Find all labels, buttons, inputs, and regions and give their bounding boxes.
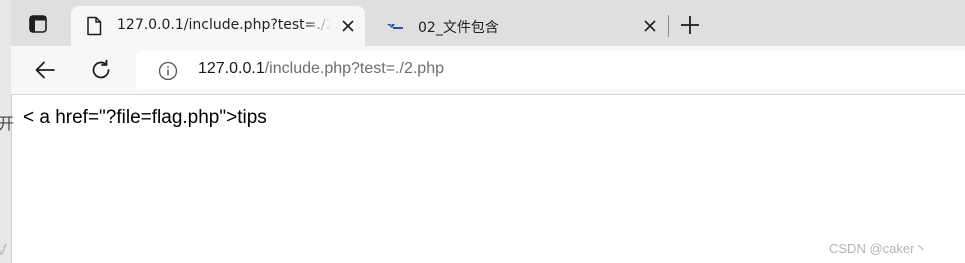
address-bar[interactable]: 127.0.0.1/include.php?test=./2.php xyxy=(136,51,965,89)
tab-title: 127.0.0.1/include.php?test=./2.php xyxy=(117,17,331,33)
site-logo-icon xyxy=(386,16,404,36)
info-icon[interactable] xyxy=(158,61,178,81)
close-icon[interactable] xyxy=(643,19,657,33)
navigation-toolbar: 127.0.0.1/include.php?test=./2.php xyxy=(11,46,965,95)
url-path: /include.php?test=./2.php xyxy=(264,60,444,77)
close-icon[interactable] xyxy=(341,19,355,33)
reload-icon[interactable] xyxy=(89,58,113,82)
url-text[interactable]: 127.0.0.1/include.php?test=./2.php xyxy=(198,60,444,78)
tab-file-include[interactable]: 02_文件包含 xyxy=(372,6,667,46)
tab-include-php[interactable]: 127.0.0.1/include.php?test=./2.php xyxy=(71,6,365,46)
background-window-glyph: 开 xyxy=(0,114,15,133)
tab-title: 02_文件包含 xyxy=(418,20,499,36)
tab-strip: 127.0.0.1/include.php?test=./2.php 02_文件… xyxy=(11,0,965,46)
plus-icon[interactable] xyxy=(679,14,701,36)
page-body-text: < a href="?file=flag.php">tips xyxy=(23,107,267,128)
background-window-glyph: V xyxy=(0,240,7,259)
back-arrow-icon[interactable] xyxy=(33,58,57,82)
watermark: CSDN @caker丶 xyxy=(829,241,928,256)
tab-actions-icon[interactable] xyxy=(27,13,49,35)
tab-separator xyxy=(668,15,669,37)
url-host: 127.0.0.1 xyxy=(198,60,265,77)
page-icon xyxy=(85,16,103,36)
